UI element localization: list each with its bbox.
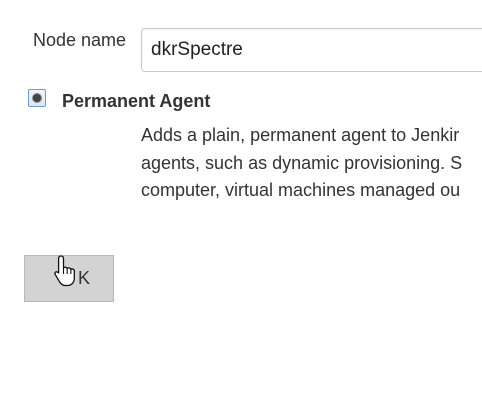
permanent-agent-radio[interactable] bbox=[28, 89, 46, 107]
description-line: Adds a plain, permanent agent to Jenkir bbox=[141, 125, 460, 145]
permanent-agent-description: Adds a plain, permanent agent to Jenkir … bbox=[141, 122, 482, 205]
ok-button[interactable]: K bbox=[24, 255, 114, 302]
node-name-label: Node name bbox=[33, 30, 127, 50]
description-line: agents, such as dynamic provisioning. S bbox=[141, 152, 463, 173]
description-line: computer, virtual machines managed ou bbox=[141, 180, 461, 200]
radio-selected-dot bbox=[33, 94, 41, 102]
node-name-input[interactable] bbox=[141, 28, 482, 72]
permanent-agent-label[interactable]: Permanent Agent bbox=[62, 91, 210, 112]
new-node-form: Node name Permanent Agent Adds a plain, … bbox=[0, 0, 482, 409]
